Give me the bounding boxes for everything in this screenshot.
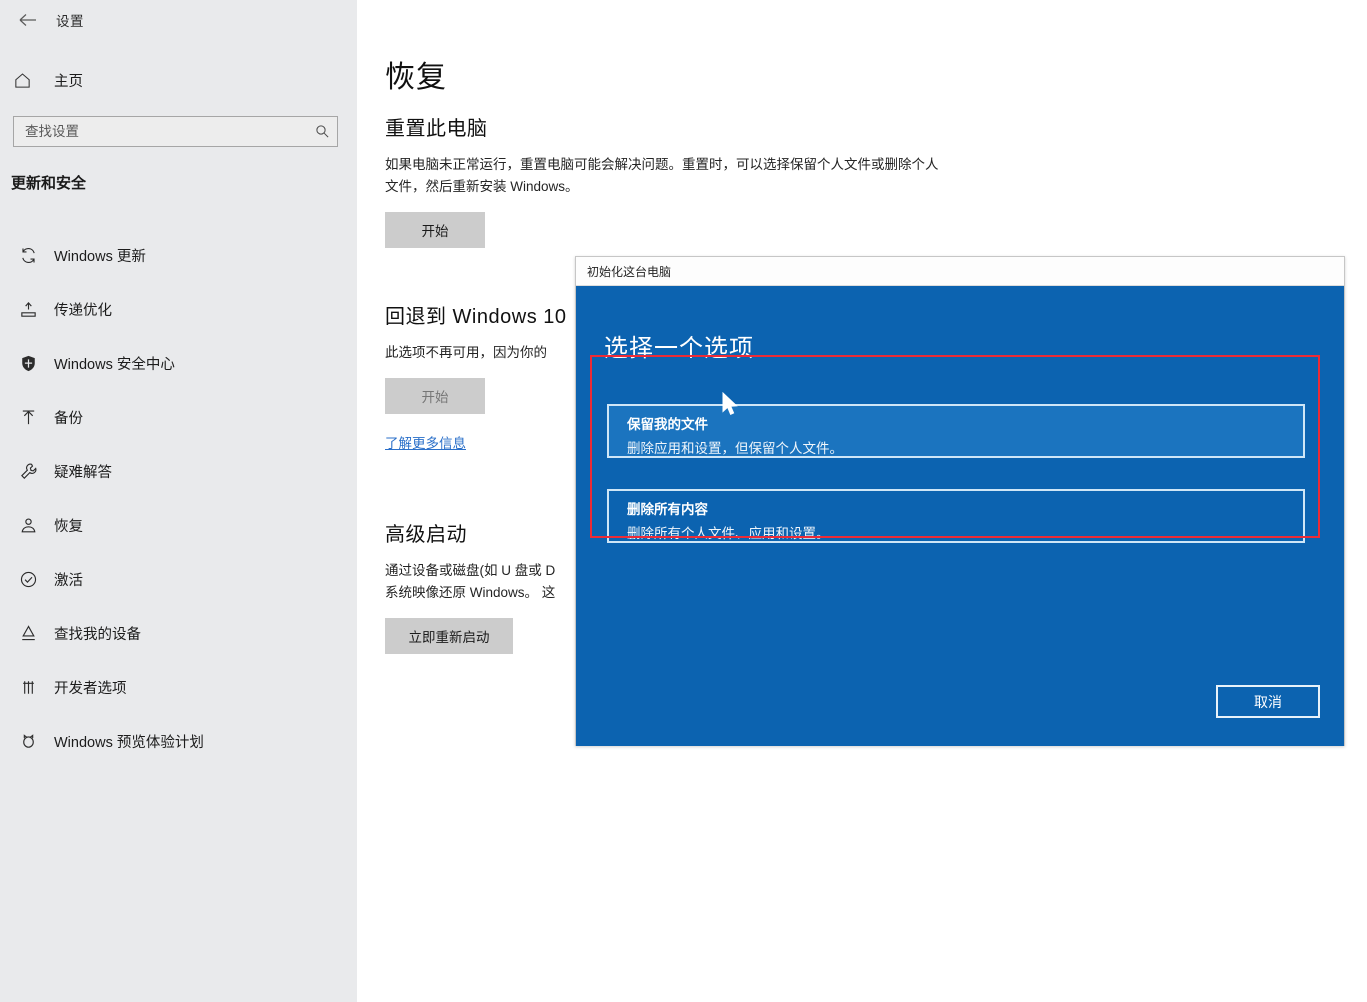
sidebar-item-windows-insider-program[interactable]: Windows 预览体验计划	[0, 714, 357, 768]
sidebar-item-home-label: 主页	[54, 73, 83, 90]
sidebar-item-windows-security[interactable]: Windows 安全中心	[0, 336, 357, 390]
upload-arrow-icon	[13, 408, 43, 427]
sidebar-category-title: 更新和安全	[11, 175, 87, 192]
sidebar-item-label: 疑难解答	[54, 464, 112, 481]
back-arrow-icon[interactable]	[6, 4, 50, 36]
cancel-button[interactable]: 取消	[1216, 685, 1320, 718]
dialog-heading: 选择一个选项	[604, 335, 754, 362]
option-description: 删除应用和设置，但保留个人文件。	[627, 441, 843, 456]
sidebar: 设置 主页 更新和安全	[0, 0, 357, 1002]
sidebar-item-activation[interactable]: 激活	[0, 552, 357, 606]
developer-icon	[13, 678, 43, 697]
sidebar-item-find-my-device[interactable]: 查找我的设备	[0, 606, 357, 660]
option-heading: 保留我的文件	[627, 417, 708, 432]
recovery-icon	[13, 516, 43, 535]
dialog-body: 选择一个选项 保留我的文件 删除应用和设置，但保留个人文件。 删除所有内容 删除…	[576, 286, 1344, 746]
sidebar-item-home[interactable]: 主页	[0, 60, 357, 100]
sidebar-item-recovery[interactable]: 恢复	[0, 498, 357, 552]
restart-now-button[interactable]: 立即重新启动	[385, 618, 513, 654]
sidebar-item-label: Windows 预览体验计划	[54, 734, 204, 751]
option-remove-everything[interactable]: 删除所有内容 删除所有个人文件、应用和设置。	[607, 489, 1305, 543]
sidebar-item-label: 备份	[54, 410, 83, 427]
sidebar-item-developer-options[interactable]: 开发者选项	[0, 660, 357, 714]
home-icon	[13, 71, 45, 90]
option-keep-my-files[interactable]: 保留我的文件 删除应用和设置，但保留个人文件。	[607, 404, 1305, 458]
sidebar-item-backup[interactable]: 备份	[0, 390, 357, 444]
insider-bug-icon	[13, 732, 43, 751]
section-reset-this-pc: 重置此电脑 如果电脑未正常运行，重置电脑可能会解决问题。重置时，可以选择保留个人…	[385, 112, 945, 248]
sidebar-item-delivery-optimization[interactable]: 传递优化	[0, 282, 357, 336]
reset-get-started-button[interactable]: 开始	[385, 212, 485, 248]
sidebar-item-label: 激活	[54, 572, 83, 589]
option-description: 删除所有个人文件、应用和设置。	[627, 526, 830, 541]
sidebar-item-label: 查找我的设备	[54, 626, 141, 643]
refresh-icon	[13, 246, 43, 265]
sidebar-nav-list: Windows 更新 传递优化 Windows 安全中心 备份 疑难解答 恢复 …	[0, 228, 357, 768]
sidebar-item-label: 恢复	[54, 518, 83, 535]
option-heading: 删除所有内容	[627, 502, 708, 517]
sidebar-item-label: 开发者选项	[54, 680, 127, 697]
sidebar-item-windows-update[interactable]: Windows 更新	[0, 228, 357, 282]
wrench-icon	[13, 462, 43, 481]
dialog-titlebar-text: 初始化这台电脑	[587, 264, 672, 279]
page-title: 恢复	[385, 61, 447, 94]
reset-this-pc-dialog: 初始化这台电脑 选择一个选项 保留我的文件 删除应用和设置，但保留个人文件。 删…	[575, 256, 1345, 746]
sidebar-item-label: Windows 更新	[54, 248, 146, 265]
sidebar-item-label: Windows 安全中心	[54, 356, 175, 373]
sidebar-item-label: 传递优化	[54, 302, 112, 319]
shield-icon	[13, 354, 43, 373]
delivery-optimization-icon	[13, 300, 43, 319]
search-box[interactable]	[13, 116, 338, 147]
dialog-titlebar: 初始化这台电脑	[576, 257, 1344, 286]
go-back-get-started-button[interactable]: 开始	[385, 378, 485, 414]
find-device-icon	[13, 624, 43, 643]
check-circle-icon	[13, 570, 43, 589]
search-input[interactable]	[14, 124, 307, 139]
section-description: 如果电脑未正常运行，重置电脑可能会解决问题。重置时，可以选择保留个人文件或删除个…	[385, 157, 939, 194]
window-titlebar: 设置	[0, 0, 357, 40]
settings-window: 设置 主页 更新和安全	[0, 0, 1367, 1002]
search-icon[interactable]	[307, 124, 337, 139]
sidebar-item-troubleshoot[interactable]: 疑难解答	[0, 444, 357, 498]
section-title: 重置此电脑	[385, 118, 488, 140]
app-title: 设置	[56, 14, 84, 29]
learn-more-link[interactable]: 了解更多信息	[385, 432, 466, 452]
